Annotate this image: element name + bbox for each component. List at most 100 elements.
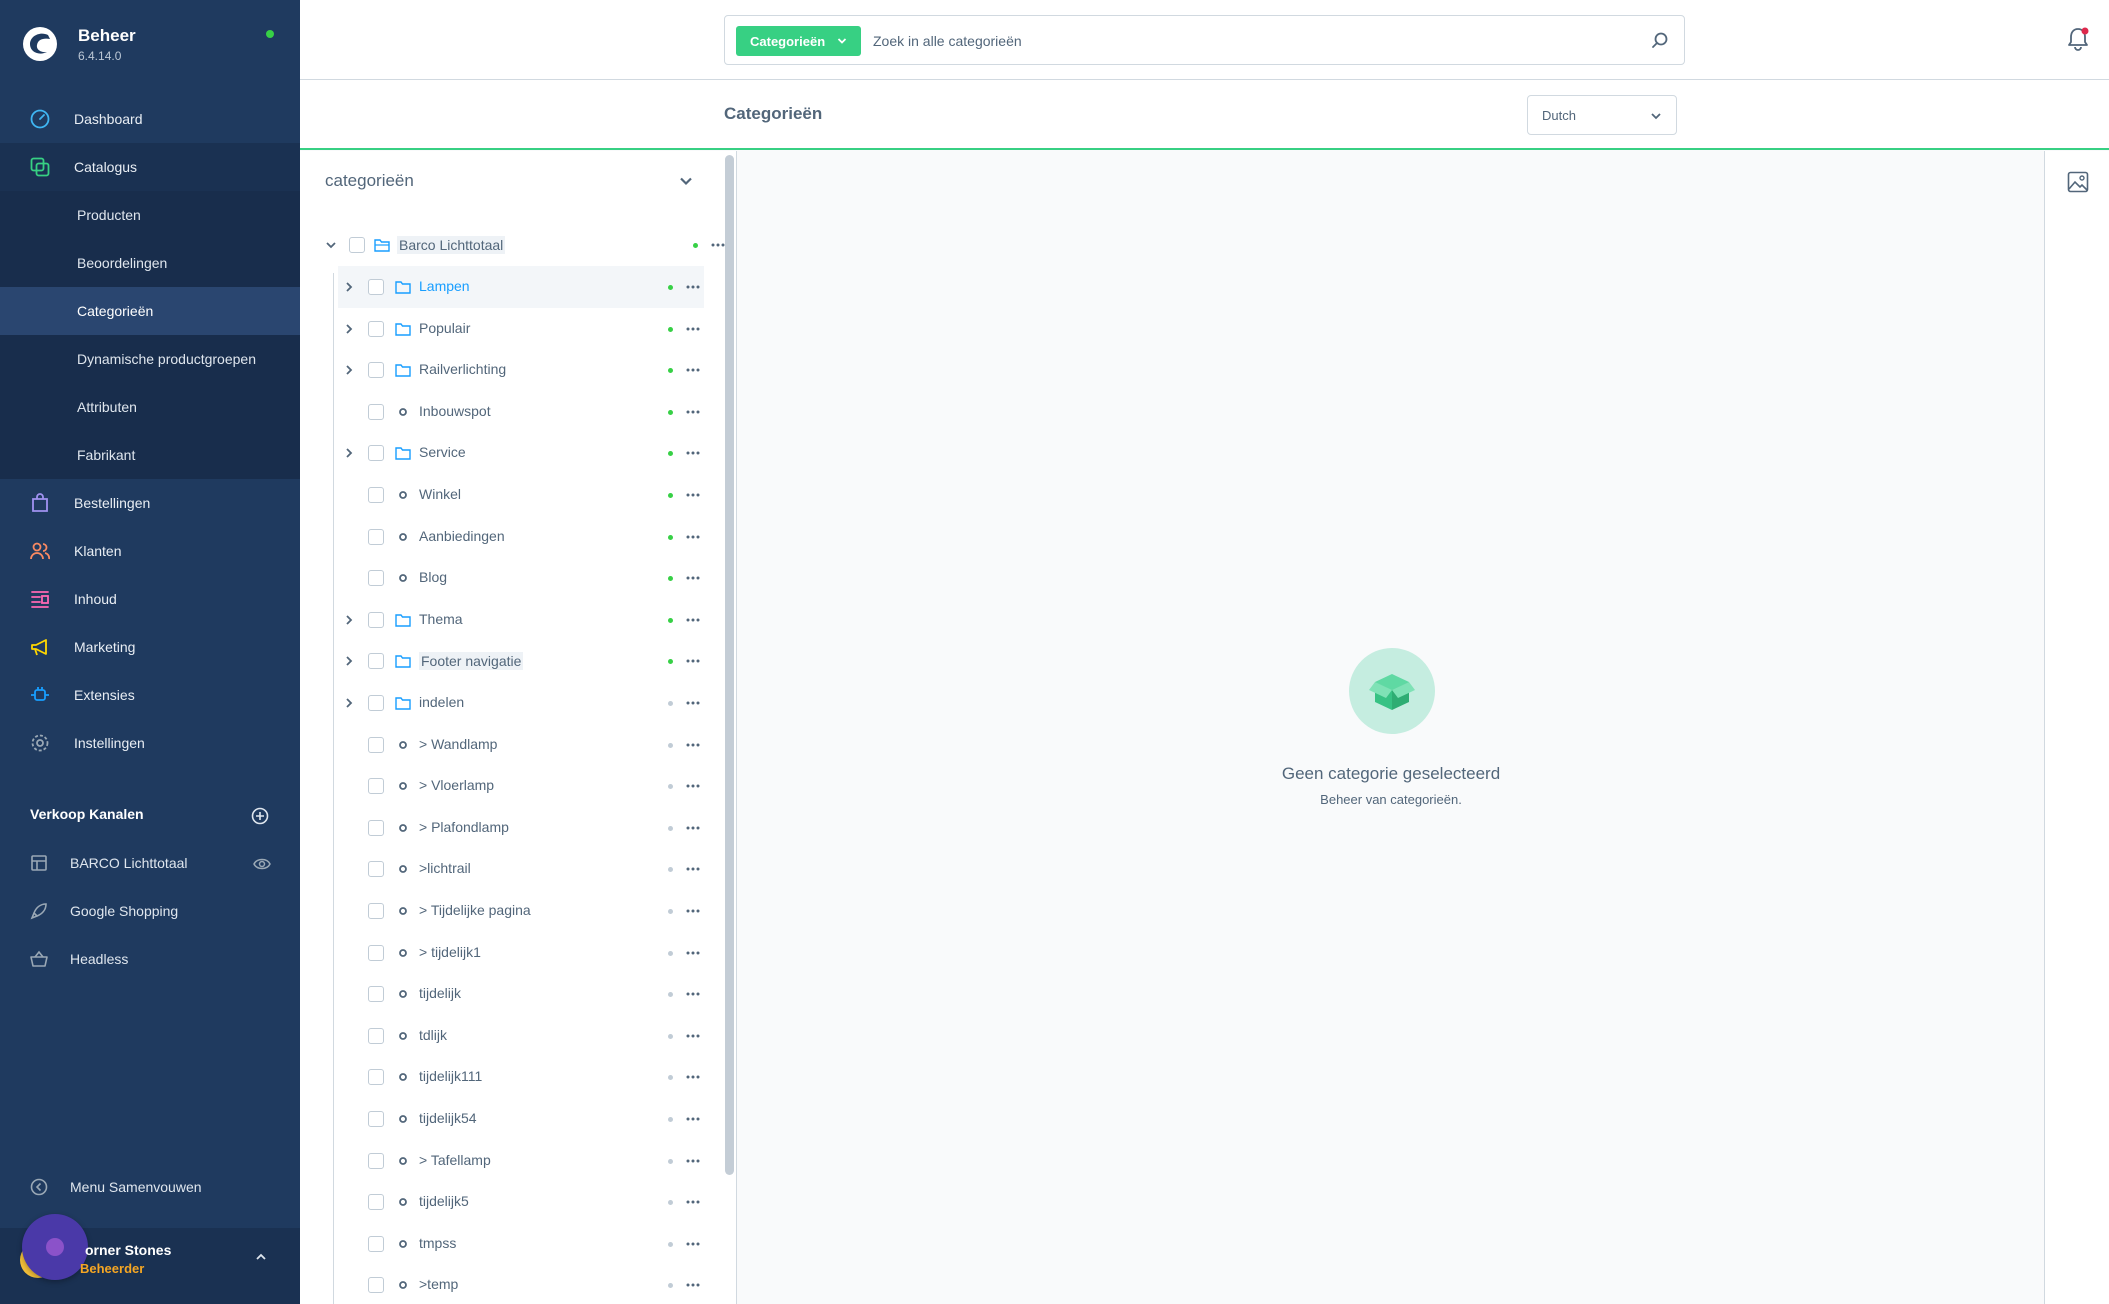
checkbox[interactable] xyxy=(368,1194,384,1211)
checkbox[interactable] xyxy=(368,1152,384,1169)
more-options-icon[interactable] xyxy=(686,1283,700,1287)
checkbox[interactable] xyxy=(368,279,384,295)
checkbox[interactable] xyxy=(368,778,384,795)
more-options-icon[interactable] xyxy=(686,368,700,372)
checkbox[interactable] xyxy=(368,944,384,961)
more-options-icon[interactable] xyxy=(686,410,700,414)
search-input[interactable] xyxy=(873,26,1633,56)
checkbox[interactable] xyxy=(368,986,384,1003)
checkbox[interactable] xyxy=(368,528,384,545)
tree-item[interactable]: tmpss xyxy=(338,1223,704,1265)
more-options-icon[interactable] xyxy=(686,826,700,830)
tree-item[interactable]: Service xyxy=(338,432,704,474)
checkbox[interactable] xyxy=(368,445,384,462)
more-options-icon[interactable] xyxy=(686,285,700,289)
more-options-icon[interactable] xyxy=(686,951,700,955)
checkbox[interactable] xyxy=(368,695,384,711)
checkbox[interactable] xyxy=(368,320,384,337)
checkbox[interactable] xyxy=(368,1027,384,1044)
sub-attributen[interactable]: Attributen xyxy=(0,383,300,431)
more-options-icon[interactable] xyxy=(686,1200,700,1204)
nav-marketing[interactable]: Marketing xyxy=(0,623,300,671)
checkbox[interactable] xyxy=(349,237,365,253)
chevron-right-icon[interactable] xyxy=(343,697,355,709)
more-options-icon[interactable] xyxy=(686,327,700,331)
nav-catalogus[interactable]: Catalogus xyxy=(0,143,300,191)
tree-item[interactable]: Populair xyxy=(338,308,704,350)
brand[interactable]: Beheer 6.4.14.0 xyxy=(22,24,136,64)
tree-item[interactable]: > Tafellamp xyxy=(338,1140,704,1182)
checkbox[interactable] xyxy=(368,1235,384,1252)
tree-item[interactable]: Railverlichting xyxy=(338,349,704,391)
more-options-icon[interactable] xyxy=(686,535,700,539)
image-icon[interactable] xyxy=(2067,171,2089,193)
tree-item[interactable]: Inbouwspot xyxy=(338,391,704,433)
nav-klanten[interactable]: Klanten xyxy=(0,527,300,575)
tree-item[interactable]: Lampen xyxy=(338,266,704,308)
tree-item[interactable]: Blog xyxy=(338,557,704,599)
chevron-right-icon[interactable] xyxy=(343,281,355,293)
tree-item[interactable]: > Wandlamp xyxy=(338,724,704,766)
more-options-icon[interactable] xyxy=(686,659,700,663)
checkbox[interactable] xyxy=(368,487,384,503)
tree-item[interactable]: tijdelijk5 xyxy=(338,1181,704,1223)
checkbox[interactable] xyxy=(368,570,384,587)
search-type-dropdown[interactable]: Categorieën xyxy=(736,26,862,56)
checkbox[interactable] xyxy=(368,653,384,670)
user-menu[interactable]: orner Stones Beheerder xyxy=(0,1214,300,1304)
checkbox[interactable] xyxy=(368,819,384,836)
tree-item[interactable]: Aanbiedingen xyxy=(338,516,704,558)
tree-item[interactable]: > Vloerlamp xyxy=(338,765,704,807)
more-options-icon[interactable] xyxy=(686,1242,700,1246)
tree-scrollbar[interactable] xyxy=(725,155,734,1175)
more-options-icon[interactable] xyxy=(686,784,700,788)
eye-icon[interactable] xyxy=(253,857,271,871)
sub-categorieen[interactable]: Categorieën xyxy=(0,287,300,335)
more-options-icon[interactable] xyxy=(686,1034,700,1038)
tree-item[interactable]: Winkel xyxy=(338,474,704,516)
tree-item[interactable]: >temp xyxy=(338,1264,704,1304)
chevron-right-icon[interactable] xyxy=(343,323,355,335)
chevron-right-icon[interactable] xyxy=(343,655,355,667)
help-bubble-button[interactable] xyxy=(22,1214,88,1280)
tree-item[interactable]: > Tijdelijke pagina xyxy=(338,890,704,932)
channel-headless[interactable]: Headless xyxy=(30,947,128,971)
more-options-icon[interactable] xyxy=(686,1117,700,1121)
tree-item[interactable]: tijdelijk xyxy=(338,973,704,1015)
tree-item[interactable]: tijdelijk54 xyxy=(338,1098,704,1140)
checkbox[interactable] xyxy=(368,403,384,420)
nav-dashboard[interactable]: Dashboard xyxy=(0,95,300,143)
chevron-right-icon[interactable] xyxy=(343,614,355,626)
sub-producten[interactable]: Producten xyxy=(0,191,300,239)
checkbox[interactable] xyxy=(368,362,384,379)
more-options-icon[interactable] xyxy=(686,909,700,913)
tree-item[interactable]: indelen xyxy=(338,682,704,724)
more-options-icon[interactable] xyxy=(686,618,700,622)
sub-dynamische-productgroepen[interactable]: Dynamische productgroepen xyxy=(0,335,300,383)
nav-instellingen[interactable]: Instellingen xyxy=(0,719,300,767)
more-options-icon[interactable] xyxy=(686,493,700,497)
checkbox[interactable] xyxy=(368,903,384,919)
chevron-down-icon[interactable] xyxy=(678,173,694,189)
checkbox[interactable] xyxy=(368,736,384,753)
chevron-right-icon[interactable] xyxy=(343,364,355,376)
nav-inhoud[interactable]: Inhoud xyxy=(0,575,300,623)
more-options-icon[interactable] xyxy=(686,992,700,996)
tree-item[interactable]: tdlijk xyxy=(338,1015,704,1057)
chevron-down-icon[interactable] xyxy=(325,239,337,251)
more-options-icon[interactable] xyxy=(686,1159,700,1163)
add-sales-channel-icon[interactable] xyxy=(251,807,269,825)
tree-item[interactable]: > Plafondlamp xyxy=(338,807,704,849)
chevron-right-icon[interactable] xyxy=(343,447,355,459)
checkbox[interactable] xyxy=(368,611,384,628)
checkbox[interactable] xyxy=(368,1069,384,1086)
tree-item[interactable]: Footer navigatie xyxy=(338,640,704,682)
notification-bell-icon[interactable] xyxy=(2066,26,2090,52)
tree-item[interactable]: Thema xyxy=(338,599,704,641)
checkbox[interactable] xyxy=(368,1111,384,1127)
sub-fabrikant[interactable]: Fabrikant xyxy=(0,431,300,479)
more-options-icon[interactable] xyxy=(686,451,700,455)
tree-item[interactable]: tijdelijk111 xyxy=(338,1056,704,1098)
checkbox[interactable] xyxy=(368,1277,384,1294)
more-options-icon[interactable] xyxy=(686,701,700,705)
